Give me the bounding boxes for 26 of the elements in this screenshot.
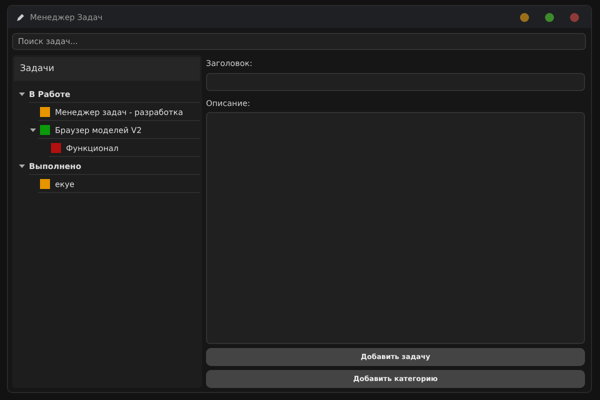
description-field[interactable] [206, 112, 585, 344]
panel-header: Задачи [14, 57, 200, 81]
item-label: Выполнено [29, 162, 82, 170]
item-label: Менеджер задач - разработка [55, 108, 183, 116]
tree-item[interactable]: Браузер моделей V2 [12, 121, 202, 139]
close-button[interactable] [570, 12, 579, 22]
item-label: Браузер моделей V2 [55, 126, 142, 134]
tree-item[interactable]: Выполнено [12, 157, 202, 175]
caret-down-icon[interactable] [30, 127, 36, 133]
tree-item[interactable]: Функционал [12, 139, 202, 157]
minimize-button[interactable] [520, 12, 529, 22]
item-label: В Работе [29, 90, 70, 98]
field-label: Заголовок: [206, 58, 252, 70]
item-label: екуе [55, 180, 74, 188]
caret-down-icon[interactable] [19, 91, 25, 97]
title-field[interactable] [206, 73, 585, 91]
item-label: Функционал [66, 144, 118, 152]
field-label: Описание: [206, 98, 250, 110]
maximize-button[interactable] [545, 12, 554, 22]
tree-item[interactable]: екуе [12, 175, 202, 193]
caret-down-icon[interactable] [19, 163, 25, 169]
search-field[interactable]: Поиск задач... [12, 33, 586, 50]
tree-item[interactable]: В Работе [12, 85, 202, 103]
tree-item[interactable]: Менеджер задач - разработка [12, 103, 202, 121]
pen-icon [16, 12, 25, 22]
window-title: Менеджер Задач [30, 12, 102, 22]
